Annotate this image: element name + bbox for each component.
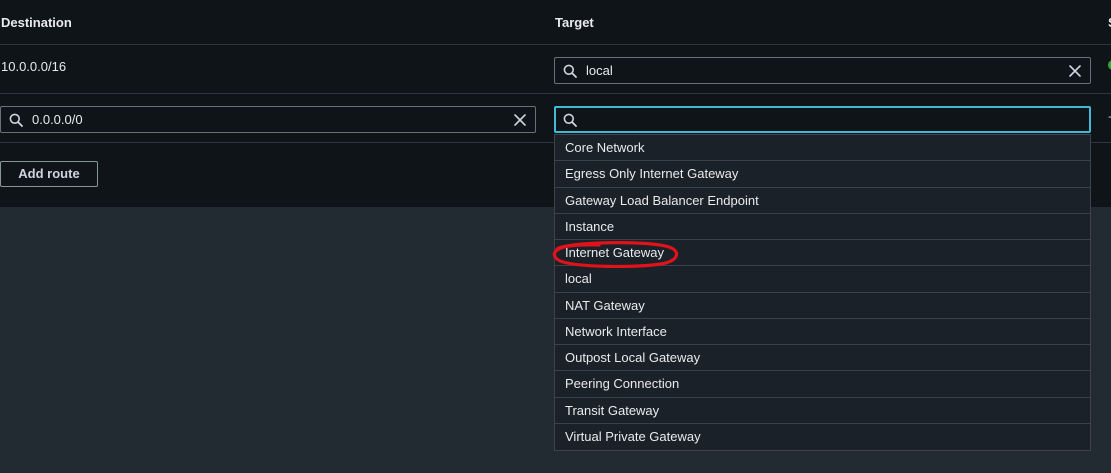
routes-table-header: Destination Target S: [0, 0, 1111, 45]
dropdown-option[interactable]: Gateway Load Balancer Endpoint: [555, 188, 1090, 214]
add-route-button[interactable]: Add route: [0, 161, 98, 187]
target-search-input[interactable]: [584, 110, 1068, 131]
dropdown-option[interactable]: Virtual Private Gateway: [555, 424, 1090, 450]
route-target-search-field[interactable]: [554, 106, 1091, 133]
close-icon[interactable]: [1068, 64, 1082, 78]
dropdown-option[interactable]: Outpost Local Gateway: [555, 345, 1090, 372]
dropdown-option[interactable]: Core Network: [555, 135, 1090, 162]
dropdown-option[interactable]: local: [555, 266, 1090, 293]
route-destination-text: 10.0.0.0/16: [1, 59, 67, 74]
dropdown-option[interactable]: Network Interface: [555, 319, 1090, 345]
search-icon: [563, 113, 577, 127]
search-icon: [563, 64, 577, 78]
route-destination-field[interactable]: 0.0.0.0/0: [0, 106, 536, 133]
route-target-field[interactable]: local: [554, 57, 1091, 84]
row-divider: [0, 93, 1111, 94]
dropdown-option[interactable]: Transit Gateway: [555, 398, 1090, 424]
search-icon: [9, 113, 23, 127]
destination-column-header: Destination: [1, 15, 72, 30]
dropdown-option[interactable]: Instance: [555, 214, 1090, 240]
dropdown-option[interactable]: NAT Gateway: [555, 293, 1090, 319]
dropdown-option[interactable]: Peering Connection: [555, 371, 1090, 398]
route-target-value: local: [586, 63, 613, 78]
close-icon[interactable]: [513, 113, 527, 127]
route-destination-value: 0.0.0.0/0: [32, 112, 83, 127]
target-dropdown-list: Core Network Egress Only Internet Gatewa…: [554, 134, 1091, 451]
target-column-header: Target: [555, 15, 594, 30]
dropdown-option[interactable]: Egress Only Internet Gateway: [555, 161, 1090, 188]
dropdown-option-internet-gateway[interactable]: Internet Gateway: [555, 240, 1090, 267]
